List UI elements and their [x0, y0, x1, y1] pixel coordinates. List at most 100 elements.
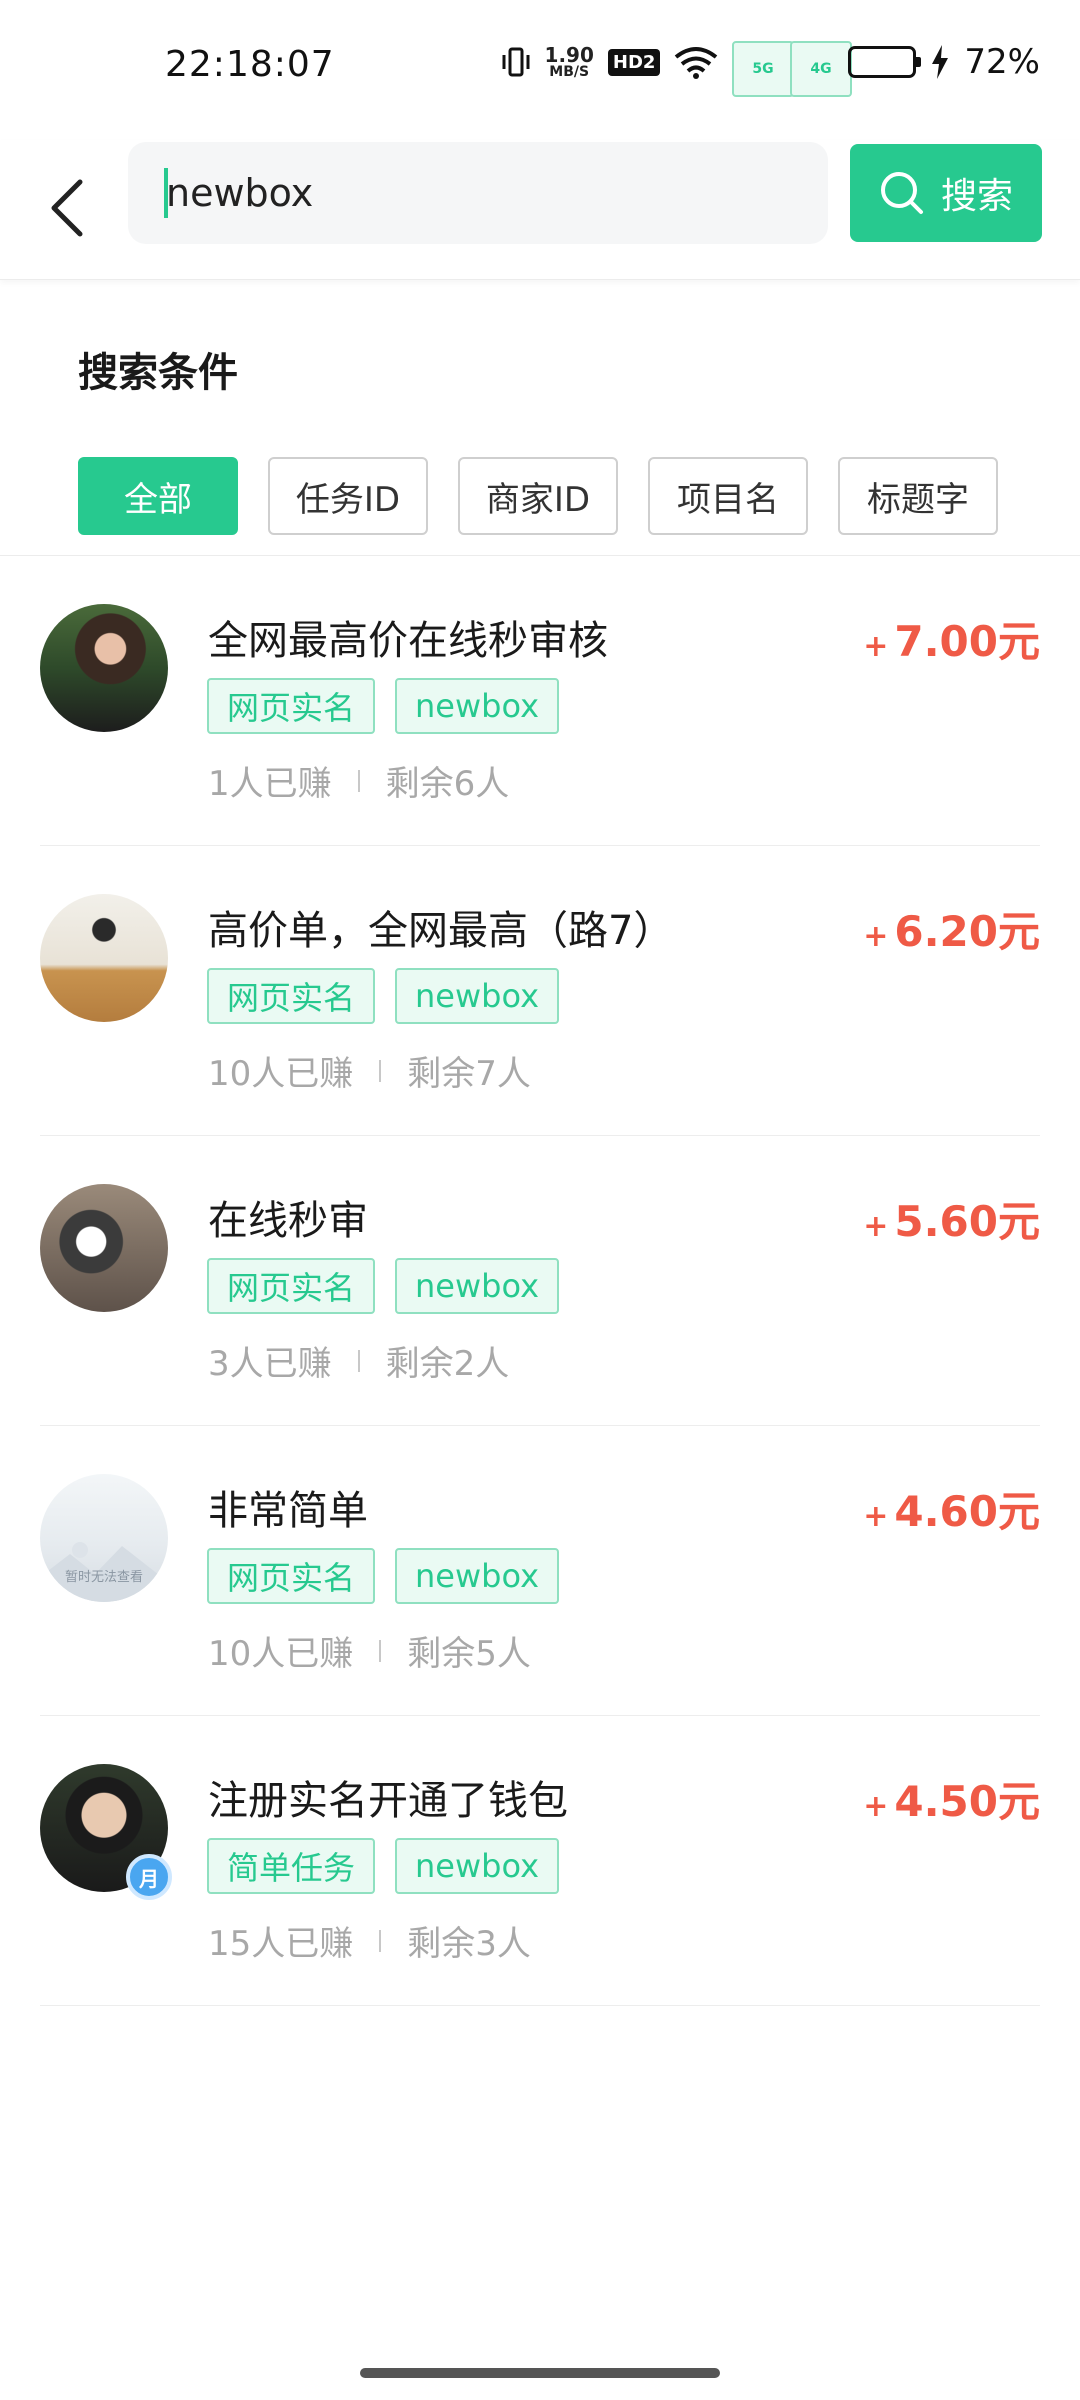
task-meta: 10人已赚 剩余5人 — [208, 1626, 531, 1675]
earned-count: 10人已赚 — [208, 1634, 354, 1674]
price-value: 7.00元 — [894, 617, 1040, 666]
task-title: 在线秒审 — [208, 1198, 368, 1244]
task-tag: 网页实名 — [207, 678, 376, 734]
task-item[interactable]: 在线秒审 网页实名 newbox 3人已赚 剩余2人 + 5.60元 — [0, 1136, 1080, 1426]
task-tag: newbox — [395, 1258, 559, 1314]
signal-4g-icon: 4G — [790, 41, 852, 97]
member-badge-icon: 月 — [126, 1854, 172, 1900]
signal-5g-icon: 5G — [732, 41, 794, 97]
remaining-count: 剩余6人 — [385, 764, 510, 804]
filter-chip-project-name[interactable]: 项目名 — [648, 457, 808, 535]
search-input[interactable]: newbox — [128, 142, 828, 244]
status-icons: 1.90 MB/S HD2 5G 4G 72% — [501, 40, 1040, 97]
filter-chip-task-id[interactable]: 任务ID — [268, 457, 428, 535]
remaining-count: 剩余7人 — [407, 1054, 531, 1094]
remaining-count: 剩余5人 — [407, 1634, 531, 1674]
speed-unit: MB/S — [549, 64, 590, 80]
search-button-label: 搜索 — [940, 176, 1013, 217]
price-plus: + — [863, 629, 889, 664]
search-header: newbox 搜索 — [0, 140, 1080, 280]
task-tag: 网页实名 — [207, 1258, 376, 1314]
earned-count: 3人已赚 — [208, 1344, 332, 1384]
task-tags: 简单任务 newbox — [207, 1838, 559, 1894]
task-meta: 10人已赚 剩余7人 — [208, 1046, 531, 1095]
price-plus: + — [863, 1789, 889, 1824]
price-value: 4.50元 — [894, 1777, 1040, 1826]
task-price: + 7.00元 — [863, 608, 1040, 669]
task-title: 全网最高价在线秒审核 — [208, 618, 608, 664]
avatar-unavailable-text: 暂时无法查看 — [64, 1570, 143, 1585]
task-item[interactable]: 全网最高价在线秒审核 网页实名 newbox 1人已赚 剩余6人 + 7.00元 — [0, 556, 1080, 846]
status-time: 22:18:07 — [165, 44, 335, 85]
meta-separator — [357, 769, 360, 792]
charging-icon — [930, 45, 950, 79]
task-item[interactable]: 高价单，全网最高（路7） 网页实名 newbox 10人已赚 剩余7人 + 6.… — [0, 846, 1080, 1136]
task-tag: 简单任务 — [207, 1838, 376, 1894]
price-plus: + — [863, 1499, 889, 1534]
price-value: 5.60元 — [894, 1197, 1040, 1246]
task-meta: 15人已赚 剩余3人 — [208, 1916, 531, 1965]
task-tag: newbox — [395, 678, 559, 734]
meta-separator — [379, 1059, 382, 1082]
search-input-value: newbox — [166, 171, 314, 215]
home-indicator[interactable] — [360, 2368, 720, 2378]
back-arrow-icon — [51, 179, 83, 237]
avatar-placeholder: 暂时无法查看 — [40, 1474, 168, 1602]
price-value: 4.60元 — [894, 1487, 1040, 1536]
net-5g-label: 5G — [732, 41, 794, 97]
task-meta: 3人已赚 剩余2人 — [208, 1336, 509, 1385]
task-tag: newbox — [395, 968, 559, 1024]
task-tags: 网页实名 newbox — [207, 1258, 559, 1314]
task-tag: 网页实名 — [207, 1548, 376, 1604]
status-bar: 22:18:07 1.90 MB/S HD2 5G 4G 72% — [0, 0, 1080, 140]
task-tag: newbox — [395, 1838, 559, 1894]
meta-separator — [357, 1349, 360, 1372]
task-title: 高价单，全网最高（路7） — [208, 908, 674, 954]
net-4g-label: 4G — [790, 41, 852, 97]
avatar — [40, 604, 168, 732]
task-tags: 网页实名 newbox — [207, 678, 559, 734]
filter-title: 搜索条件 — [78, 340, 238, 402]
filter-chips: 全部 任务ID 商家ID 项目名 标题字 — [78, 457, 998, 535]
task-title: 注册实名开通了钱包 — [208, 1778, 568, 1824]
task-price: + 4.60元 — [863, 1478, 1040, 1539]
back-button[interactable] — [28, 168, 108, 248]
earned-count: 1人已赚 — [208, 764, 332, 804]
task-price: + 6.20元 — [863, 898, 1040, 959]
avatar — [40, 894, 168, 1022]
speed-value: 1.90 — [544, 43, 594, 67]
search-button[interactable]: 搜索 — [850, 144, 1042, 242]
task-price: + 5.60元 — [863, 1188, 1040, 1249]
filter-chip-title-keyword[interactable]: 标题字 — [838, 457, 998, 535]
filter-chip-all[interactable]: 全部 — [78, 457, 238, 535]
price-plus: + — [863, 1209, 889, 1244]
hd-icon: HD2 — [607, 48, 661, 76]
remaining-count: 剩余2人 — [385, 1344, 510, 1384]
task-tag: newbox — [395, 1548, 559, 1604]
vibrate-icon — [501, 45, 531, 79]
task-title: 非常简单 — [208, 1488, 368, 1534]
wifi-icon — [674, 45, 718, 79]
filter-section: 搜索条件 — [78, 340, 238, 402]
meta-separator — [379, 1639, 382, 1662]
task-tags: 网页实名 newbox — [207, 1548, 559, 1604]
task-list: 全网最高价在线秒审核 网页实名 newbox 1人已赚 剩余6人 + 7.00元… — [0, 556, 1080, 2006]
battery-icon — [848, 46, 922, 78]
task-item[interactable]: 暂时无法查看 非常简单 网页实名 newbox 10人已赚 剩余5人 + 4.6… — [0, 1426, 1080, 1716]
task-item[interactable]: 月 注册实名开通了钱包 简单任务 newbox 15人已赚 剩余3人 + 4.5… — [0, 1716, 1080, 2006]
task-price: + 4.50元 — [863, 1768, 1040, 1829]
price-plus: + — [863, 919, 889, 954]
task-meta: 1人已赚 剩余6人 — [208, 756, 509, 805]
search-icon — [880, 172, 923, 214]
task-tags: 网页实名 newbox — [207, 968, 559, 1024]
price-value: 6.20元 — [894, 907, 1040, 956]
meta-separator — [379, 1929, 382, 1952]
task-tag: 网页实名 — [207, 968, 376, 1024]
network-speed: 1.90 MB/S — [545, 45, 594, 79]
filter-chip-merchant-id[interactable]: 商家ID — [458, 457, 618, 535]
battery-percent: 72% — [964, 42, 1040, 82]
avatar — [40, 1184, 168, 1312]
earned-count: 15人已赚 — [208, 1924, 354, 1964]
remaining-count: 剩余3人 — [407, 1924, 531, 1964]
earned-count: 10人已赚 — [208, 1054, 354, 1094]
